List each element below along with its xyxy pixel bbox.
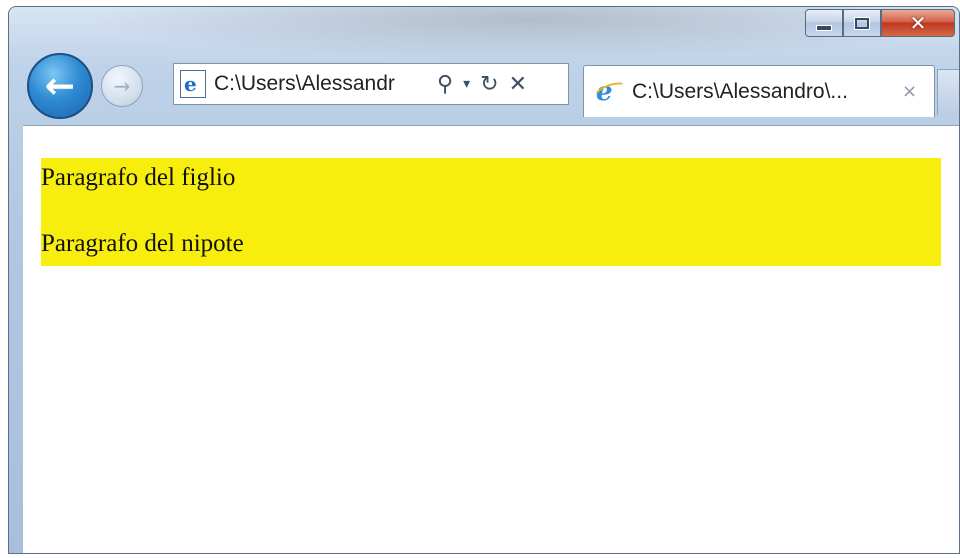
tab-title: C:\Users\Alessandro\... xyxy=(632,79,848,103)
minimize-button[interactable] xyxy=(805,9,843,37)
forward-arrow-icon: → xyxy=(113,74,131,98)
page-content: Paragrafo del figlio Paragrafo del nipot… xyxy=(23,125,959,553)
stop-icon[interactable]: ✕ xyxy=(509,72,527,97)
tab-active[interactable]: e C:\Users\Alessandro\... × xyxy=(583,65,935,117)
back-arrow-icon: ← xyxy=(44,65,76,107)
dropdown-arrow-icon[interactable]: ▾ xyxy=(463,76,470,92)
paragraph-nipote: Paragrafo del nipote xyxy=(41,230,244,257)
ie-page-icon: e xyxy=(180,70,206,98)
minimize-icon xyxy=(816,25,832,31)
tab-close-button[interactable]: × xyxy=(902,81,917,102)
search-icon[interactable]: ⚲ xyxy=(437,72,453,97)
close-window-button[interactable]: ✕ xyxy=(881,9,955,37)
paragraph-figlio: Paragrafo del figlio xyxy=(41,164,236,191)
refresh-icon[interactable]: ↻ xyxy=(480,72,498,97)
maximize-button[interactable] xyxy=(843,9,881,37)
highlighted-div: Paragrafo del figlio Paragrafo del nipot… xyxy=(41,158,941,266)
forward-button[interactable]: → xyxy=(101,65,143,107)
address-bar-icons: ⚲ ▾ ↻ ✕ xyxy=(437,72,527,97)
browser-window: ✕ ← → e C:\Users\Alessandr ⚲ ▾ ↻ ✕ e C:\… xyxy=(8,6,960,554)
back-button[interactable]: ← xyxy=(27,53,93,119)
ie-logo-icon: e xyxy=(596,78,624,106)
address-text[interactable]: C:\Users\Alessandr xyxy=(214,72,429,96)
close-icon: ✕ xyxy=(909,11,927,35)
maximize-icon xyxy=(854,16,870,30)
window-caption-buttons: ✕ xyxy=(805,9,955,39)
address-bar[interactable]: e C:\Users\Alessandr ⚲ ▾ ↻ ✕ xyxy=(173,63,569,105)
new-tab-button[interactable] xyxy=(937,69,959,115)
